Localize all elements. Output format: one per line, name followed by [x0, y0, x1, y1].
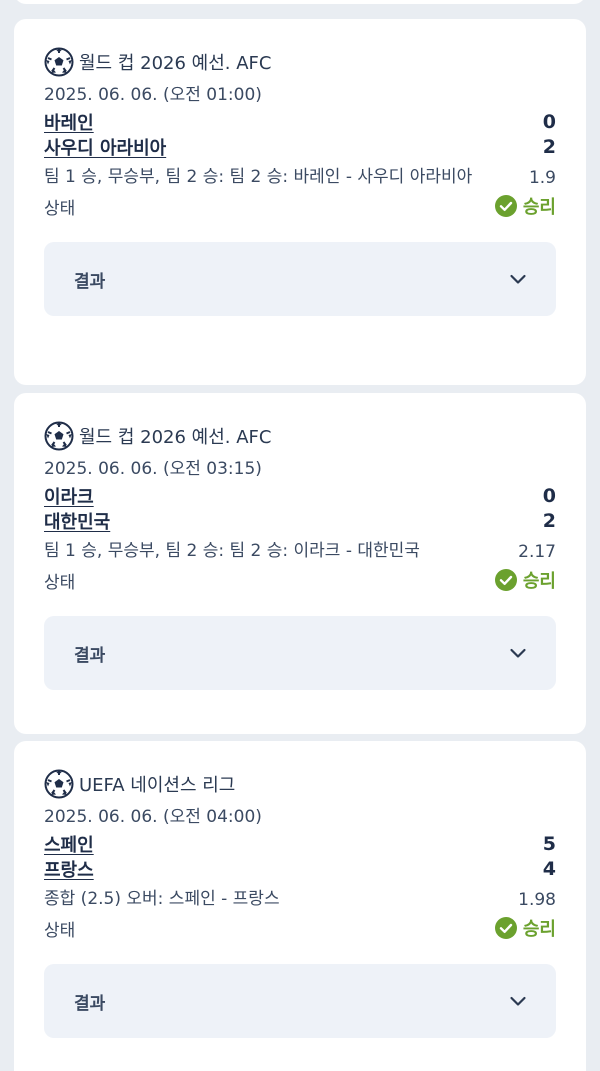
bet-odds: 2.17 — [518, 541, 556, 562]
team-row: 이라크 0 — [44, 483, 556, 508]
status-label: 상태 — [44, 198, 76, 219]
result-expand-button[interactable]: 결과 — [44, 964, 556, 1038]
bet-description: 팀 1 승, 무승부, 팀 2 승: 팀 2 승: 바레인 - 사우디 아라비아 — [44, 167, 473, 187]
bet-odds: 1.9 — [528, 167, 556, 188]
result-label: 결과 — [74, 271, 106, 292]
status-badge: 승리 — [494, 915, 556, 941]
check-circle-icon — [494, 569, 517, 591]
status-row: 상태 승리 — [44, 912, 556, 944]
team-away-link[interactable]: 사우디 아라비아 — [44, 134, 166, 160]
status-text: 승리 — [522, 571, 556, 592]
score-away: 4 — [542, 857, 556, 880]
chevron-down-icon — [510, 274, 526, 284]
bet-history-page: 월드 컵 2026 예선. AFC 2025. 06. 06. (오전 01:0… — [0, 0, 600, 1071]
status-row: 상태 승리 — [44, 190, 556, 222]
soccer-ball-icon — [44, 769, 74, 799]
result-label: 결과 — [74, 993, 106, 1014]
bet-card: 월드 컵 2026 예선. AFC 2025. 06. 06. (오전 01:0… — [14, 19, 586, 385]
team-row: 바레인 0 — [44, 109, 556, 134]
result-expand-button[interactable]: 결과 — [44, 242, 556, 316]
score-home: 0 — [542, 110, 556, 133]
team-row: 스페인 5 — [44, 831, 556, 856]
team-row: 프랑스 4 — [44, 856, 556, 881]
status-label: 상태 — [44, 920, 76, 941]
status-badge: 승리 — [494, 193, 556, 219]
score-home: 5 — [542, 832, 556, 855]
previous-card-edge — [14, 0, 586, 4]
soccer-ball-icon — [44, 421, 74, 451]
match-date: 2025. 06. 06. (오전 01:00) — [44, 85, 262, 105]
bet-card: 월드 컵 2026 예선. AFC 2025. 06. 06. (오전 03:1… — [14, 393, 586, 734]
team-away-link[interactable]: 대한민국 — [44, 508, 110, 534]
league-row: 월드 컵 2026 예선. AFC — [44, 419, 556, 453]
bet-description: 종합 (2.5) 오버: 스페인 - 프랑스 — [44, 889, 280, 909]
match-date: 2025. 06. 06. (오전 03:15) — [44, 459, 262, 479]
chevron-down-icon — [510, 996, 526, 1006]
team-row: 대한민국 2 — [44, 508, 556, 533]
league-row: 월드 컵 2026 예선. AFC — [44, 45, 556, 79]
bet-row: 종합 (2.5) 오버: 스페인 - 프랑스 1.98 — [44, 887, 556, 912]
match-date: 2025. 06. 06. (오전 04:00) — [44, 807, 262, 827]
result-expand-button[interactable]: 결과 — [44, 616, 556, 690]
league-name: 월드 컵 2026 예선. AFC — [79, 53, 272, 74]
status-badge: 승리 — [494, 567, 556, 593]
bet-card: UEFA 네이션스 리그 2025. 06. 06. (오전 04:00) 스페… — [14, 741, 586, 1071]
status-row: 상태 승리 — [44, 564, 556, 596]
bet-description: 팀 1 승, 무승부, 팀 2 승: 팀 2 승: 이라크 - 대한민국 — [44, 541, 420, 561]
status-label: 상태 — [44, 572, 76, 593]
score-away: 2 — [542, 509, 556, 532]
bet-row: 팀 1 승, 무승부, 팀 2 승: 팀 2 승: 이라크 - 대한민국 2.1… — [44, 539, 556, 564]
team-home-link[interactable]: 이라크 — [44, 483, 94, 509]
chevron-down-icon — [510, 648, 526, 658]
check-circle-icon — [494, 195, 517, 217]
status-text: 승리 — [522, 919, 556, 940]
bet-row: 팀 1 승, 무승부, 팀 2 승: 팀 2 승: 바레인 - 사우디 아라비아… — [44, 165, 556, 190]
check-circle-icon — [494, 917, 517, 939]
bet-odds: 1.98 — [518, 889, 556, 910]
result-label: 결과 — [74, 645, 106, 666]
status-text: 승리 — [522, 197, 556, 218]
team-home-link[interactable]: 바레인 — [44, 109, 94, 135]
league-row: UEFA 네이션스 리그 — [44, 767, 556, 801]
team-row: 사우디 아라비아 2 — [44, 134, 556, 159]
score-home: 0 — [542, 484, 556, 507]
league-name: UEFA 네이션스 리그 — [79, 775, 236, 796]
score-away: 2 — [542, 135, 556, 158]
team-home-link[interactable]: 스페인 — [44, 831, 94, 857]
soccer-ball-icon — [44, 47, 74, 77]
team-away-link[interactable]: 프랑스 — [44, 856, 94, 882]
league-name: 월드 컵 2026 예선. AFC — [79, 427, 272, 448]
